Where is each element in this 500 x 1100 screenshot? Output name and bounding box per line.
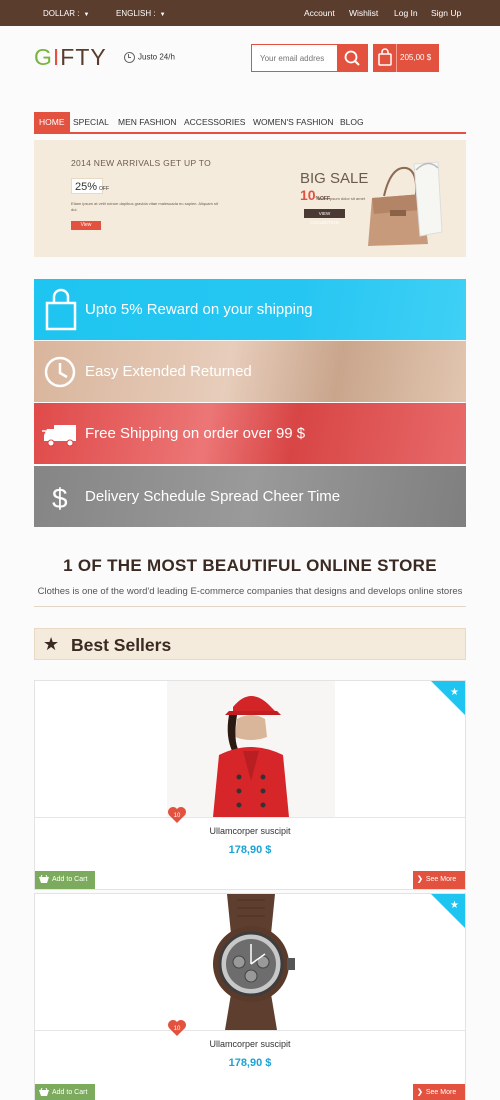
- like-count: 10: [174, 813, 181, 819]
- logo-letter: Y: [90, 44, 107, 70]
- signup-link[interactable]: Sign Up: [431, 8, 461, 18]
- main-nav: HOME SPECIAL MEN FASHION ACCESSORIES WOM…: [34, 112, 466, 134]
- currency-selector[interactable]: DOLLAR : ▼: [43, 9, 89, 18]
- new-badge-icon: ★: [431, 894, 465, 928]
- banner-description: Etiam ipsum at velit rutrum dapibus grav…: [71, 201, 218, 212]
- service-label: Upto 5% Reward on your shipping: [85, 301, 313, 318]
- see-more-label: See More: [425, 1089, 457, 1096]
- service-tile-shipping[interactable]: Free Shipping on order over 99 $: [34, 403, 466, 464]
- section-title: 1 OF THE MOST BEAUTIFUL ONLINE STORE: [63, 556, 437, 575]
- add-to-cart-button[interactable]: Add to Cart: [35, 1084, 95, 1100]
- product-card[interactable]: ★ 10 Ullamcorper suscipit 178,90 $ Add t…: [34, 893, 466, 1100]
- nav-item-accessories[interactable]: ACCESSORIES: [184, 112, 245, 132]
- product-name[interactable]: Ullamcorper suscipit: [35, 1039, 465, 1049]
- divider: [35, 817, 465, 818]
- chevron-down-icon: ▼: [159, 12, 166, 18]
- nav-item-home[interactable]: HOME: [34, 112, 70, 132]
- best-sellers-title: Best Sellers: [71, 635, 172, 655]
- truck-icon: [42, 425, 76, 447]
- product-image[interactable]: [167, 681, 335, 817]
- add-to-cart-button[interactable]: Add to Cart: [35, 871, 95, 889]
- basket-icon: [39, 1088, 49, 1097]
- see-more-label: See More: [425, 876, 457, 883]
- service-label: Free Shipping on order over 99 $: [85, 425, 306, 442]
- nav-item-men-fashion[interactable]: MEN FASHION: [118, 112, 177, 132]
- svg-text:★: ★: [450, 687, 459, 698]
- service-label: Delivery Schedule Spread Cheer Time: [85, 488, 341, 505]
- service-tile-reward[interactable]: Upto 5% Reward on your shipping: [34, 279, 466, 340]
- arrow-right-icon: ❯: [417, 876, 423, 883]
- wishlist-link[interactable]: Wishlist: [349, 8, 378, 18]
- discount-suffix: OFF: [99, 186, 110, 192]
- search-input[interactable]: [252, 45, 337, 71]
- service-tile-returns[interactable]: Easy Extended Returned: [34, 341, 466, 402]
- new-badge-icon: ★: [431, 681, 465, 715]
- cart-total: 205,00 $: [400, 53, 432, 62]
- banner-view-button[interactable]: View: [71, 221, 101, 230]
- svg-text:★: ★: [450, 900, 459, 911]
- clock-icon: [44, 356, 76, 388]
- product-name[interactable]: Ullamcorper suscipit: [35, 826, 465, 836]
- site-logo[interactable]: GIFTY: [34, 44, 107, 71]
- handbag-image: [368, 161, 443, 246]
- add-to-cart-label: Add to Cart: [52, 1089, 88, 1096]
- banner-headline: 2014 NEW ARRIVALS GET UP TO: [71, 158, 212, 168]
- banner-discount: 25% OFF: [71, 178, 109, 194]
- language-selector[interactable]: ENGLISH : ▼: [116, 9, 166, 18]
- divider: [35, 1030, 465, 1031]
- see-more-button[interactable]: ❯ See More: [413, 871, 465, 889]
- divider: [34, 606, 466, 607]
- logo-letter: T: [75, 44, 91, 70]
- promo-banner[interactable]: 2014 NEW ARRIVALS GET UP TO 25% OFF Etiam…: [34, 140, 466, 257]
- sale-number: 10: [300, 187, 316, 203]
- logo-letter: F: [60, 44, 76, 70]
- arrow-right-icon: ❯: [417, 1089, 423, 1096]
- dollar-icon: $: [52, 483, 68, 514]
- product-card[interactable]: ★ 10 Ullamcorper suscipit 178,90 $ Add t…: [34, 680, 466, 890]
- view-collection-button[interactable]: VIEW COLLECTION: [304, 209, 345, 225]
- nav-item-blog[interactable]: BLOG: [340, 112, 364, 132]
- heart-icon[interactable]: 10: [167, 1019, 187, 1037]
- product-price: 178,90 $: [228, 844, 272, 856]
- heart-icon[interactable]: 10: [167, 806, 187, 824]
- add-to-cart-label: Add to Cart: [52, 876, 88, 883]
- language-label: ENGLISH :: [116, 9, 156, 18]
- chevron-down-icon: ▼: [83, 12, 90, 18]
- nav-item-special[interactable]: SPECIAL: [73, 112, 109, 132]
- discount-percent: 25%: [75, 181, 98, 193]
- product-price: 178,90 $: [228, 1057, 272, 1069]
- shopping-bag-icon: [373, 44, 397, 72]
- star-icon: ★: [43, 634, 60, 654]
- best-sellers-header: ★ Best Sellers: [34, 628, 466, 660]
- top-bar: DOLLAR : ▼ ENGLISH : ▼ Account Wishlist Lo…: [0, 0, 500, 26]
- svg-text:$: $: [52, 483, 68, 514]
- currency-label: DOLLAR :: [43, 9, 80, 18]
- section-subtitle: Clothes is one of the word'd leading E-c…: [37, 586, 463, 597]
- shopping-bag-icon: [45, 288, 77, 331]
- support-text: Justo 24/h: [138, 52, 175, 62]
- logo-letter: G: [34, 44, 53, 70]
- account-link[interactable]: Account: [304, 8, 335, 18]
- login-link[interactable]: Log In: [394, 8, 418, 18]
- service-tile-delivery[interactable]: $ Delivery Schedule Spread Cheer Time: [34, 466, 466, 527]
- basket-icon: [39, 875, 49, 884]
- search-box: [251, 44, 368, 72]
- clock-icon: [124, 52, 135, 63]
- search-icon: [344, 50, 360, 66]
- see-more-button[interactable]: ❯ See More: [413, 1084, 465, 1100]
- support-hours: Justo 24/h: [124, 52, 175, 63]
- like-count: 10: [174, 1026, 181, 1032]
- nav-item-womens-fashion[interactable]: WOMEN'S FASHION: [253, 112, 334, 132]
- product-image[interactable]: [167, 894, 335, 1030]
- service-label: Easy Extended Returned: [85, 363, 252, 380]
- cart-button[interactable]: 205,00 $: [373, 44, 439, 72]
- search-button[interactable]: [337, 45, 367, 71]
